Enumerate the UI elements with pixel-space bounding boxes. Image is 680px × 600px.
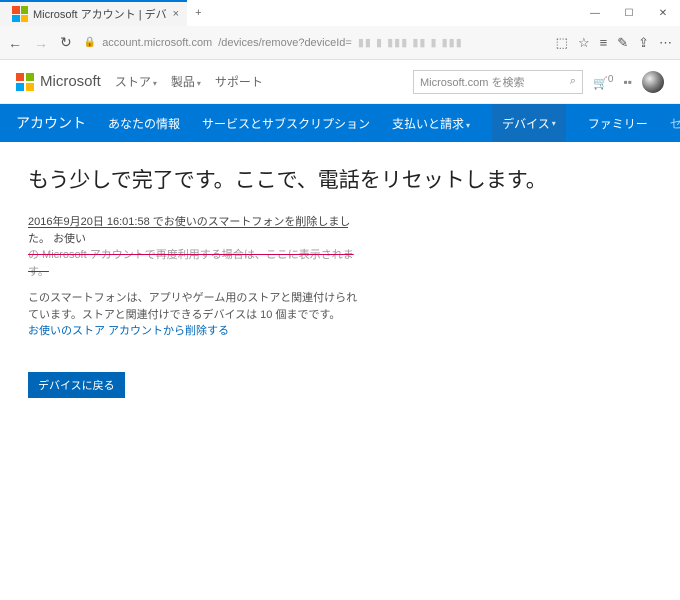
nav-store[interactable]: ストア▾ bbox=[115, 73, 157, 90]
window-maximize-button[interactable]: ☐ bbox=[612, 0, 646, 26]
search-icon[interactable]: ⌕ bbox=[570, 75, 576, 88]
browser-tab[interactable]: Microsoft アカウント | デバ × bbox=[0, 0, 187, 26]
brand-label: Microsoft bbox=[40, 73, 101, 90]
close-tab-icon[interactable]: × bbox=[173, 8, 179, 20]
remove-from-store-link[interactable]: お使いのストア アカウントから削除する bbox=[28, 325, 229, 337]
share-icon[interactable]: ⇪ bbox=[638, 35, 649, 51]
account-nav: アカウント あなたの情報 サービスとサブスクリプション 支払いと請求▾ デバイス… bbox=[0, 104, 680, 142]
notes-icon[interactable]: ✎ bbox=[617, 35, 628, 51]
lock-icon: 🔒 bbox=[84, 37, 96, 48]
tab-title: Microsoft アカウント | デバ bbox=[33, 6, 167, 22]
favorite-icon[interactable]: ☆ bbox=[578, 35, 590, 51]
back-button[interactable]: ← bbox=[8, 35, 22, 51]
url-host: account.microsoft.com bbox=[102, 37, 212, 49]
page-content: もう少しで完了です。ここで、電話をリセットします。 2016年9月20日 16:… bbox=[0, 142, 680, 420]
microsoft-icon bbox=[16, 73, 34, 91]
nav-your-info[interactable]: あなたの情報 bbox=[108, 115, 180, 132]
page-title: もう少しで完了です。ここで、電話をリセットします。 bbox=[28, 164, 652, 194]
app-launcher-icon[interactable]: ▪▪ bbox=[623, 75, 632, 89]
highlight-underline bbox=[28, 227, 348, 228]
reading-list-icon[interactable]: ⬚ bbox=[556, 35, 568, 51]
chevron-down-icon: ▾ bbox=[552, 119, 556, 128]
nav-devices[interactable]: デバイス▾ bbox=[492, 104, 566, 142]
nav-family[interactable]: ファミリー bbox=[588, 115, 648, 132]
removal-status: 2016年9月20日 16:01:58 でお使いのスマートフォンを削除しました。… bbox=[28, 214, 368, 280]
address-bar[interactable]: 🔒 account.microsoft.com/devices/remove?d… bbox=[84, 36, 544, 49]
back-to-devices-button[interactable]: デバイスに戻る bbox=[28, 372, 125, 398]
nav-services[interactable]: サービスとサブスクリプション bbox=[202, 115, 370, 132]
cart-icon[interactable]: 🛒0 bbox=[593, 74, 614, 90]
more-icon[interactable]: ⋯ bbox=[659, 35, 672, 51]
nav-products[interactable]: 製品▾ bbox=[171, 73, 201, 90]
removed-struck-text: の Microsoft アカウントで再度利用する場合は、ここに表示されます。 bbox=[28, 249, 354, 278]
chevron-down-icon: ▾ bbox=[153, 79, 157, 88]
window-close-button[interactable]: ✕ bbox=[646, 0, 680, 26]
new-tab-button[interactable]: + bbox=[195, 7, 201, 19]
chevron-down-icon: ▾ bbox=[466, 121, 470, 130]
url-path: /devices/remove?deviceId= bbox=[218, 37, 352, 49]
window-title-bar: Microsoft アカウント | デバ × + — ☐ ✕ bbox=[0, 0, 680, 26]
nav-security[interactable]: セキュリティとプライ bbox=[670, 115, 680, 132]
nav-support[interactable]: サポート bbox=[215, 73, 263, 90]
avatar[interactable] bbox=[642, 71, 664, 93]
window-minimize-button[interactable]: — bbox=[578, 0, 612, 26]
search-placeholder: Microsoft.com を検索 bbox=[420, 74, 525, 90]
microsoft-icon bbox=[12, 6, 28, 22]
chevron-down-icon: ▾ bbox=[197, 79, 201, 88]
device-limit-text: このスマートフォンは、アプリやゲーム用のストアと関連付けられています。ストアと関… bbox=[28, 290, 358, 340]
nav-account[interactable]: アカウント bbox=[16, 113, 86, 133]
hub-icon[interactable]: ≡ bbox=[600, 35, 608, 50]
url-blurred: ▮▮ ▮ ▮▮▮ ▮▮ ▮ ▮▮▮ bbox=[358, 36, 463, 49]
removed-tail-text: お使い bbox=[53, 233, 86, 245]
forward-button: → bbox=[34, 35, 48, 51]
browser-nav-bar: ← → ↻ 🔒 account.microsoft.com/devices/re… bbox=[0, 26, 680, 60]
microsoft-header: Microsoft ストア▾ 製品▾ サポート Microsoft.com を検… bbox=[0, 60, 680, 104]
microsoft-logo[interactable]: Microsoft bbox=[16, 73, 101, 91]
nav-billing[interactable]: 支払いと請求▾ bbox=[392, 115, 470, 132]
refresh-button[interactable]: ↻ bbox=[60, 34, 72, 51]
search-input[interactable]: Microsoft.com を検索 ⌕ bbox=[413, 70, 583, 94]
